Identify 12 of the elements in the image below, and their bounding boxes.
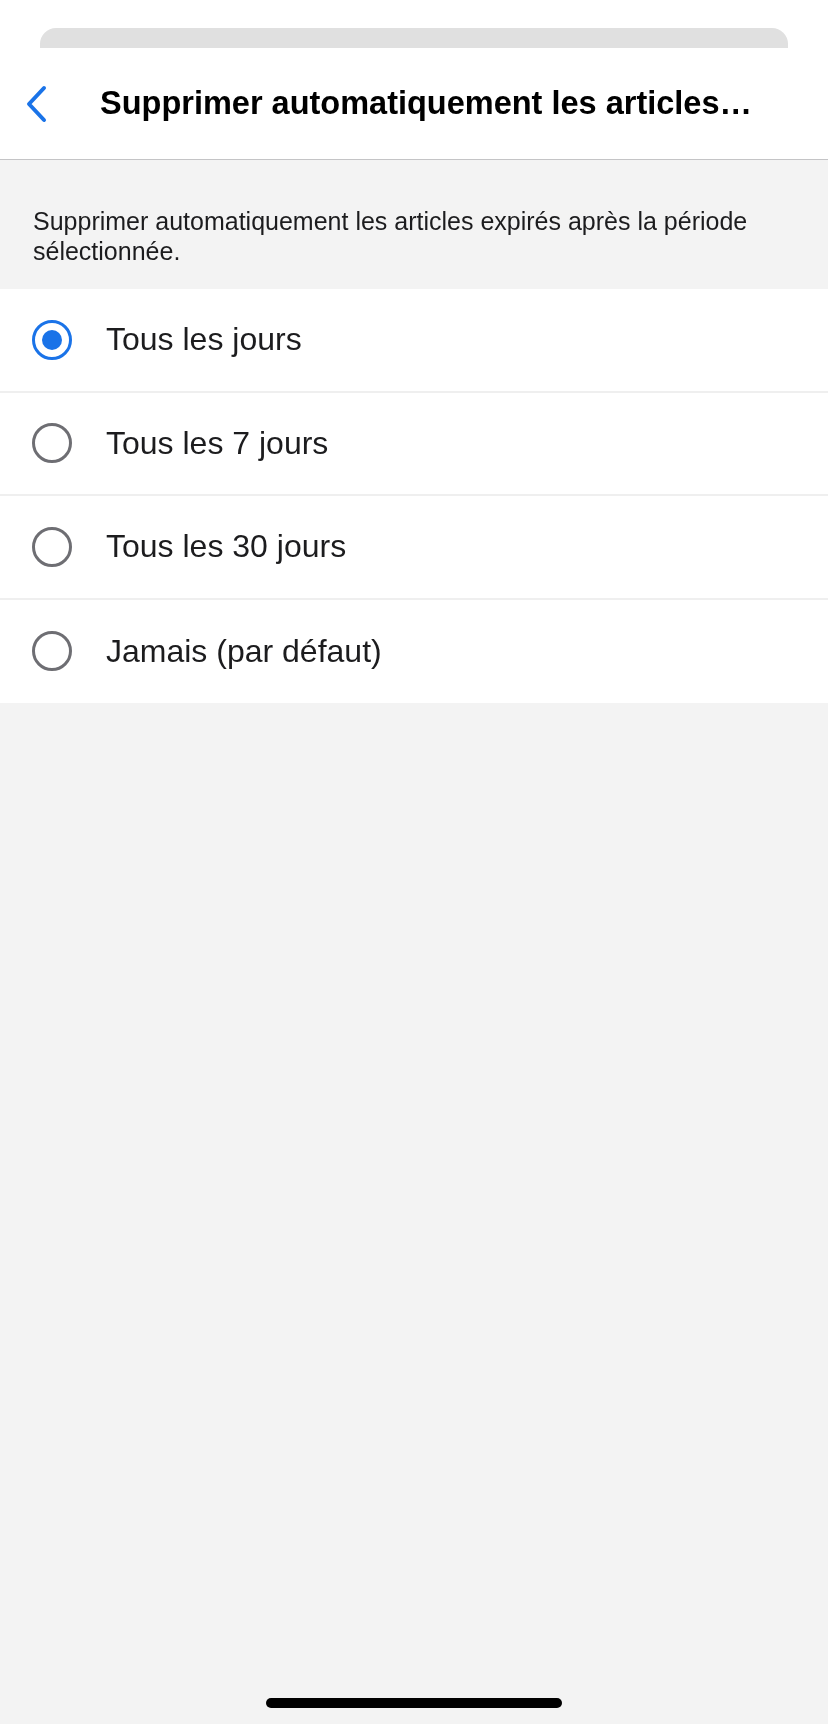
radio-button[interactable]	[32, 319, 72, 360]
radio-button[interactable]	[32, 526, 72, 567]
chevron-left-icon	[24, 84, 48, 123]
option-item[interactable]: Tous les 7 jours	[0, 392, 828, 496]
option-item[interactable]: Tous les 30 jours	[0, 496, 828, 600]
back-button[interactable]	[24, 84, 48, 123]
radio-button[interactable]	[32, 423, 72, 464]
page-title: Supprimer automatiquement les articles…	[100, 85, 752, 122]
option-item[interactable]: Jamais (par défaut)	[0, 599, 828, 703]
radio-button[interactable]	[32, 631, 72, 672]
description-text: Supprimer automatiquement les articles expirés après la période sélectionnée.	[32, 206, 749, 267]
option-item[interactable]: Tous les jours	[0, 289, 828, 393]
